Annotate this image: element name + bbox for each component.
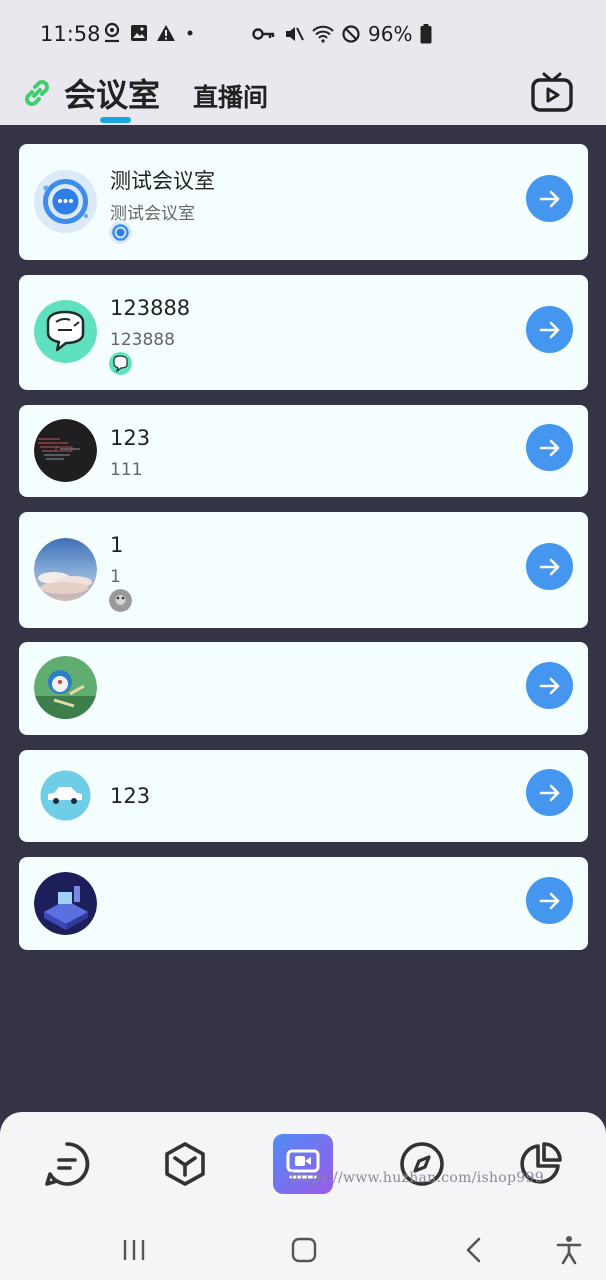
system-back-button[interactable] xyxy=(454,1230,494,1270)
room-avatar xyxy=(34,300,97,363)
cube-icon xyxy=(165,1142,205,1186)
room-description: 123888 xyxy=(110,330,175,350)
dot-icon xyxy=(187,30,193,36)
warning-icon xyxy=(157,25,175,41)
room-card[interactable]: 123 xyxy=(19,750,588,842)
terminal-screenshot-icon xyxy=(34,419,97,482)
arrow-right-icon xyxy=(539,321,559,338)
home-icon xyxy=(291,1237,317,1263)
sky-clouds-icon xyxy=(34,538,97,601)
message-icon xyxy=(45,1142,90,1186)
room-name: 123888 xyxy=(110,296,191,320)
car-icon xyxy=(34,764,97,827)
enter-room-button[interactable] xyxy=(526,877,573,924)
room-card[interactable] xyxy=(19,857,588,950)
do-not-disturb-icon xyxy=(342,25,360,43)
room-card[interactable] xyxy=(19,642,588,735)
image-icon xyxy=(131,25,147,41)
bottom-nav: https://www.huzhan.com/ishop999 xyxy=(0,1112,606,1280)
room-card[interactable]: 123888 123888 xyxy=(19,275,588,390)
room-name: 测试会议室 xyxy=(110,169,215,193)
system-recents-button[interactable] xyxy=(114,1230,154,1270)
chat-bubble-icon xyxy=(109,221,132,244)
room-description: 111 xyxy=(110,460,143,480)
enter-room-button[interactable] xyxy=(526,662,573,709)
tab-meeting-room[interactable]: 会议室 xyxy=(64,70,160,116)
link-icon xyxy=(25,80,49,106)
isometric-office-icon xyxy=(34,872,97,935)
nav-cube[interactable] xyxy=(155,1134,215,1194)
status-notifications xyxy=(102,22,196,44)
room-avatar xyxy=(34,656,97,719)
status-system-icons: 96% xyxy=(252,22,432,46)
tab-active-indicator xyxy=(100,117,131,123)
battery-icon xyxy=(420,24,432,44)
cartoon-character-icon xyxy=(34,656,97,719)
arrow-right-icon xyxy=(539,892,559,909)
room-avatar xyxy=(34,419,97,482)
tv-play-icon[interactable] xyxy=(530,70,574,114)
doodle-chat-icon xyxy=(34,300,97,363)
status-time: 11:58 xyxy=(40,22,101,46)
member-avatar xyxy=(109,221,132,244)
doodle-chat-icon xyxy=(109,352,132,375)
status-bar: 11:58 96% xyxy=(0,0,606,68)
mute-icon xyxy=(286,27,304,41)
location-pin-icon xyxy=(104,22,120,43)
arrow-right-icon xyxy=(539,439,559,456)
tab-live-room[interactable]: 直播间 xyxy=(193,78,268,114)
enter-room-button[interactable] xyxy=(526,306,573,353)
room-avatar xyxy=(34,170,97,233)
room-name: 1 xyxy=(110,533,124,557)
system-accessibility-button[interactable] xyxy=(549,1230,589,1270)
enter-room-button[interactable] xyxy=(526,424,573,471)
room-name: 123 xyxy=(110,784,151,808)
system-home-button[interactable] xyxy=(284,1230,324,1270)
room-card[interactable]: 测试会议室 测试会议室 xyxy=(19,144,588,260)
arrow-right-icon xyxy=(539,190,559,207)
enter-room-button[interactable] xyxy=(526,175,573,222)
enter-room-button[interactable] xyxy=(526,543,573,590)
member-avatar xyxy=(109,589,132,612)
top-bar: 会议室 直播间 xyxy=(0,68,606,125)
arrow-right-icon xyxy=(539,677,559,694)
recents-icon xyxy=(123,1240,145,1260)
room-name: 123 xyxy=(110,426,151,450)
watermark-text: https://www.huzhan.com/ishop999 xyxy=(290,1170,544,1186)
back-icon xyxy=(466,1237,481,1263)
wifi-icon xyxy=(312,25,334,43)
photo-thumbnail-icon xyxy=(109,589,132,612)
room-card[interactable]: 1 1 xyxy=(19,512,588,628)
room-avatar xyxy=(34,538,97,601)
member-avatar xyxy=(109,352,132,375)
room-avatar xyxy=(34,764,97,827)
room-card[interactable]: 123 111 xyxy=(19,405,588,497)
arrow-right-icon xyxy=(539,558,559,575)
nav-messages[interactable] xyxy=(37,1134,97,1194)
key-icon xyxy=(252,28,275,40)
enter-room-button[interactable] xyxy=(526,769,573,816)
room-description: 1 xyxy=(110,567,121,587)
arrow-right-icon xyxy=(539,784,559,801)
accessibility-icon xyxy=(556,1236,582,1265)
room-avatar xyxy=(34,872,97,935)
battery-level: 96% xyxy=(368,22,413,46)
chat-bubble-icon xyxy=(34,170,97,233)
